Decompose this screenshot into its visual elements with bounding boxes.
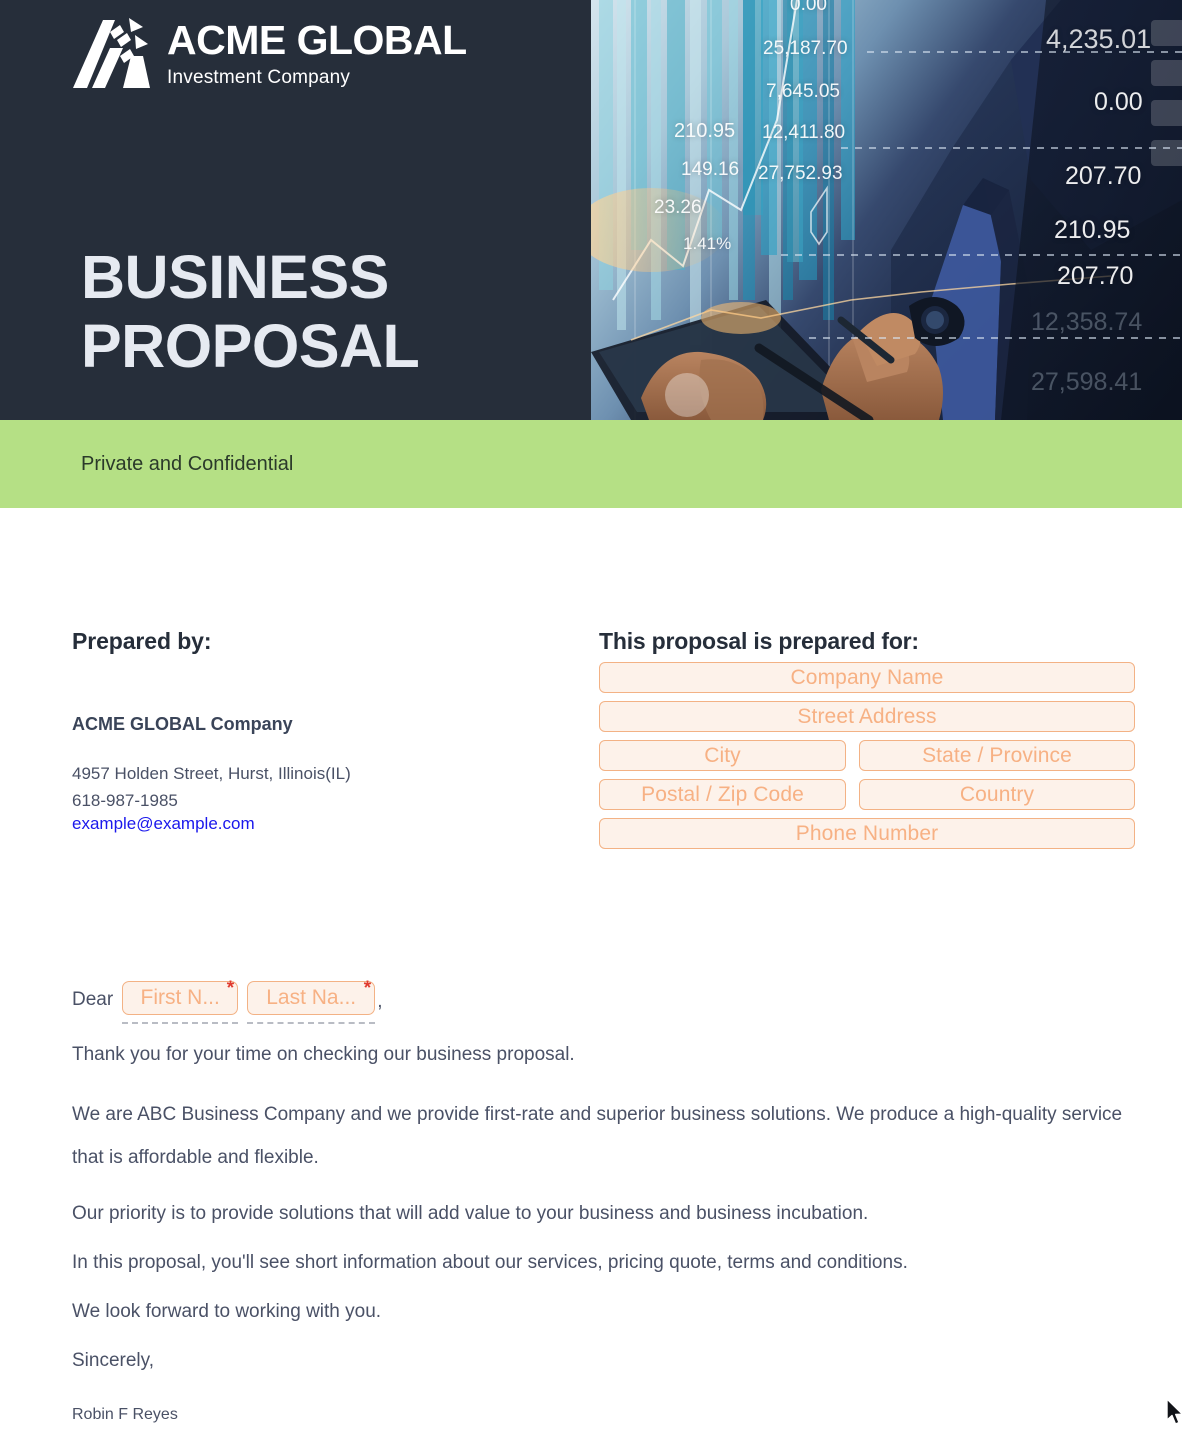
photo-figure-4: 12,411.80 [762,122,846,143]
field-street-address[interactable]: Street Address [599,701,1135,732]
field-company-name[interactable]: Company Name [599,662,1135,693]
photo-figure-3: 210.95 [674,120,736,142]
field-row-city-state: City State / Province [599,740,1135,771]
brand-tagline: Investment Company [167,66,351,88]
first-name-required-marker: * [226,978,235,999]
prepared-by-heading: Prepared by: [72,628,212,654]
field-city[interactable]: City [599,740,846,771]
field-state-province[interactable]: State / Province [859,740,1135,771]
photo-figure-0: 0.00 [790,0,827,15]
photo-figure-1: 25,187.70 [763,38,848,59]
first-name-underline [122,1022,239,1024]
first-name-slot: First N... * [122,978,239,1024]
header-dark-panel: ACME GLOBAL Investment Company BUSINESS … [0,0,591,420]
photo-figure-6: 27,752.93 [758,163,843,184]
confidential-label: Private and Confidential [81,452,294,475]
letter-paragraph-3: Our priority is to provide solutions tha… [72,1202,869,1224]
field-row-street: Street Address [599,701,1135,732]
photo-figure-7: 23.26 [654,197,702,218]
prepared-by-address: 4957 Holden Street, Hurst, Illinois(IL) [72,764,351,783]
photo-figure-15: 27,598.41 [1031,368,1143,396]
field-first-name[interactable]: First N... [122,981,239,1015]
salutation-row: Dear First N... * Last Na... * , [72,963,1132,1024]
letter-paragraph-4: In this proposal, you'll see short infor… [72,1251,908,1273]
photo-figure-12: 210.95 [1054,216,1131,244]
photo-figure-5: 149.16 [681,159,740,180]
document-title-line-1: BUSINESS [81,243,389,311]
field-phone-number[interactable]: Phone Number [599,818,1135,849]
proposal-page: ACME GLOBAL Investment Company BUSINESS … [0,0,1182,1434]
document-title-line-2: PROPOSAL [81,311,420,380]
photo-figure-11: 207.70 [1065,162,1142,190]
parties-section: Prepared by: ACME GLOBAL Company 4957 Ho… [0,508,1182,849]
prepared-by-email-link[interactable]: example@example.com [72,814,255,834]
document-header: ACME GLOBAL Investment Company BUSINESS … [0,0,1182,420]
document-body: Prepared by: ACME GLOBAL Company 4957 Ho… [0,508,1182,1423]
field-row-phone: Phone Number [599,818,1135,849]
header-photo: 0.00 25,187.70 7,645.05 210.95 12,411.80… [591,0,1182,420]
prepared-by-phone: 618-987-1985 [72,790,178,810]
letter-block: Dear First N... * Last Na... * , Thank y… [72,963,1132,1434]
photo-figure-14: 12,358.74 [1031,308,1143,336]
last-name-slot: Last Na... * [247,978,376,1024]
prepared-for-block: This proposal is prepared for: Company N… [599,628,1135,857]
signature-name: Robin F Reyes [72,1405,178,1423]
last-name-required-marker: * [363,978,372,999]
salutation-label: Dear [72,989,114,1010]
photo-figure-2: 7,645.05 [766,81,840,102]
document-title: BUSINESS PROPOSAL [81,243,420,381]
letter-paragraph-1: Thank you for your time on checking our … [72,1044,575,1065]
letter-closing: Sincerely, [72,1349,155,1371]
prepared-for-heading: This proposal is prepared for: [599,628,919,654]
prepared-by-company: ACME GLOBAL Company [72,714,293,734]
field-last-name[interactable]: Last Na... [247,981,376,1015]
photo-figure-8: 1.41% [683,234,732,253]
acme-mountain-arrow-logo-icon [73,18,151,90]
field-country[interactable]: Country [859,779,1135,810]
letter-paragraph-5: We look forward to working with you. [72,1300,382,1322]
last-name-underline [247,1022,376,1024]
mouse-pointer-arrow-icon [1166,1398,1182,1428]
photo-figure-13: 207.70 [1057,262,1134,290]
prepared-by-block: Prepared by: ACME GLOBAL Company 4957 Ho… [72,628,542,834]
field-row-zip-country: Postal / Zip Code Country [599,779,1135,810]
brand-name: ACME GLOBAL [167,17,467,64]
salutation-comma: , [377,991,383,1012]
photo-figure-9: 4,235.01 [1046,24,1152,54]
photo-figure-10: 0.00 [1094,88,1143,116]
letter-paragraph-2: We are ABC Business Company and we provi… [72,1104,1123,1168]
field-row-company: Company Name [599,662,1135,693]
brand-logo: ACME GLOBAL Investment Company [73,18,467,90]
confidential-band: Private and Confidential [0,420,1182,508]
field-postal-zip-code[interactable]: Postal / Zip Code [599,779,846,810]
